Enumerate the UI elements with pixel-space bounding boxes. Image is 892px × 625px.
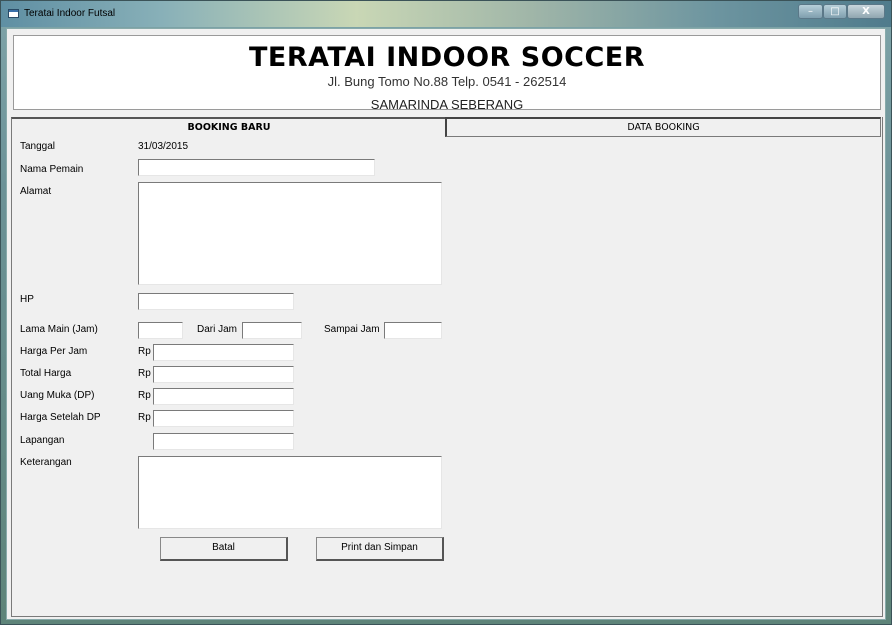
app-window-icon [8,9,19,18]
keterangan-label: Keterangan [20,457,72,468]
print-dan-simpan-button[interactable]: Print dan Simpan [316,537,444,561]
harga-setelah-dp-currency: Rp [138,412,151,423]
lama-main-input[interactable] [138,322,183,339]
tanggal-label: Tanggal [20,141,56,152]
keterangan-textarea[interactable] [138,456,442,529]
lama-main-label: Lama Main (Jam) [20,324,98,335]
maximize-button[interactable]: □ [823,4,847,19]
hp-input[interactable] [138,293,294,310]
page-title: TERATAI INDOOR SOCCER [248,42,646,73]
minimize-button[interactable]: – [798,4,823,19]
nama-pemain-label: Nama Pemain [20,164,84,175]
tanggal-value: 31/03/2015 [138,141,189,152]
harga-per-jam-currency: Rp [138,346,151,357]
app-window: Teratai Indoor Futsal – □ X TERATAI INDO… [0,0,892,625]
dari-jam-input[interactable] [242,322,302,339]
nama-pemain-input[interactable] [138,159,375,176]
window-title: Teratai Indoor Futsal [24,8,116,19]
uang-muka-input[interactable] [153,388,294,405]
dari-jam-label: Dari Jam [197,324,238,335]
sampai-jam-input[interactable] [384,322,442,339]
alamat-textarea[interactable] [138,182,442,285]
harga-per-jam-input[interactable] [153,344,294,361]
lapangan-label: Lapangan [20,435,65,446]
form-client-area: TERATAI INDOOR SOCCER Jl. Bung Tomo No.8… [6,28,886,620]
total-harga-label: Total Harga [20,368,72,379]
total-harga-currency: Rp [138,368,151,379]
alamat-label: Alamat [20,186,52,197]
lapangan-input[interactable] [153,433,294,450]
header-panel: TERATAI INDOOR SOCCER Jl. Bung Tomo No.8… [13,35,881,112]
city-text: SAMARINDA SEBERANG [370,97,524,112]
harga-per-jam-label: Harga Per Jam [20,346,88,357]
harga-setelah-dp-input[interactable] [153,410,294,427]
harga-setelah-dp-label: Harga Setelah DP [20,412,101,423]
title-bar[interactable]: Teratai Indoor Futsal – □ X [1,1,891,27]
uang-muka-currency: Rp [138,390,151,401]
sampai-jam-label: Sampai Jam [324,324,380,335]
close-button[interactable]: X [847,4,885,19]
address-text: Jl. Bung Tomo No.88 Telp. 0541 - 262514 [327,74,567,89]
hp-label: HP [20,294,34,305]
uang-muka-label: Uang Muka (DP) [20,390,95,401]
tab-booking-baru[interactable]: BOOKING BARU [11,117,447,137]
total-harga-input[interactable] [153,366,294,383]
tab-data-booking[interactable]: DATA BOOKING [445,117,881,137]
batal-button[interactable]: Batal [160,537,288,561]
